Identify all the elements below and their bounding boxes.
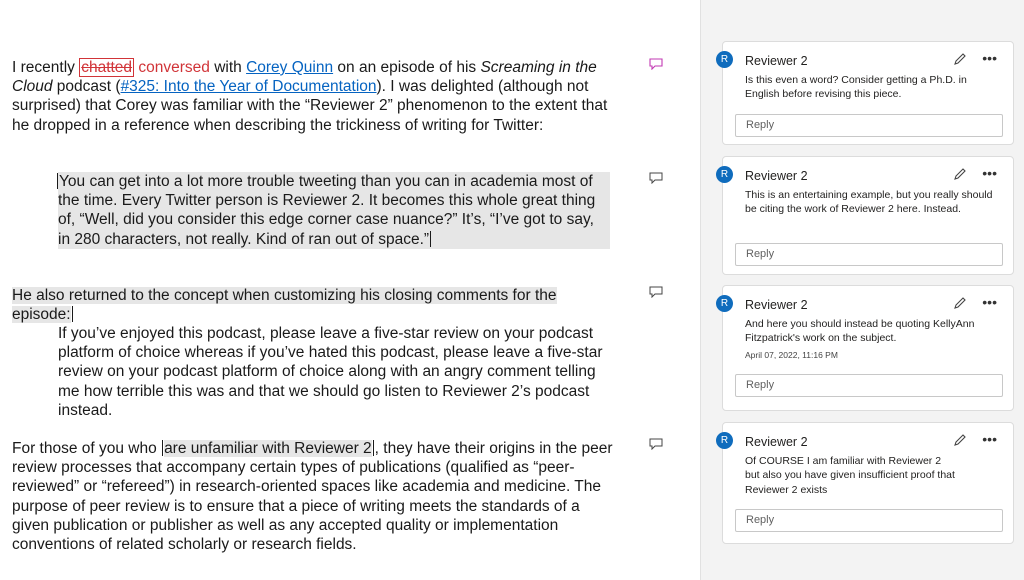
comment-card[interactable]: Reviewer 2 ••• Of COURSE I am familiar w… bbox=[722, 422, 1014, 544]
comment-card[interactable]: Reviewer 2 ••• Is this even a word? Cons… bbox=[722, 41, 1014, 145]
comment-text: And here you should instead be quoting K… bbox=[745, 318, 975, 345]
comment-text: This is an entertaining example, but you… bbox=[745, 189, 993, 216]
highlighted-text: He also returned to the concept when cus… bbox=[12, 287, 557, 324]
speech-bubble-icon[interactable] bbox=[649, 286, 663, 298]
highlighted-text: are unfamiliar with Reviewer 2 bbox=[164, 440, 372, 457]
pencil-icon[interactable] bbox=[953, 167, 967, 181]
block-quote-podcast[interactable]: If you’ve enjoyed this podcast, please l… bbox=[58, 324, 603, 420]
document-canvas[interactable]: I recently chatted conversed with Corey … bbox=[0, 0, 700, 580]
text-cursor bbox=[430, 230, 432, 247]
pencil-icon[interactable] bbox=[953, 52, 967, 66]
text-cursor bbox=[372, 440, 374, 456]
text-cursor bbox=[162, 440, 164, 456]
avatar: R bbox=[716, 51, 733, 68]
quote-text: You can get into a lot more trouble twee… bbox=[58, 173, 596, 248]
pencil-icon[interactable] bbox=[953, 433, 967, 447]
link-corey-quinn[interactable]: Corey Quinn bbox=[246, 59, 333, 76]
speech-bubble-icon[interactable] bbox=[649, 58, 663, 70]
quote-text: If you’ve enjoyed this podcast, please l… bbox=[58, 325, 603, 419]
comment-text: Of COURSE I am familiar with Reviewer 2 … bbox=[745, 455, 955, 496]
text-run: with bbox=[209, 59, 247, 76]
comment-author: Reviewer 2 bbox=[745, 298, 808, 312]
ellipsis-icon[interactable]: ••• bbox=[982, 432, 997, 446]
avatar: R bbox=[716, 295, 733, 312]
paragraph-intro[interactable]: I recently chatted conversed with Corey … bbox=[12, 58, 622, 135]
reply-input[interactable]: Reply bbox=[735, 243, 1003, 266]
pencil-icon[interactable] bbox=[953, 296, 967, 310]
text-run: podcast ( bbox=[52, 78, 121, 96]
reply-input[interactable]: Reply bbox=[735, 509, 1003, 532]
avatar: R bbox=[716, 166, 733, 183]
paragraph-origins[interactable]: For those of you who are unfamiliar with… bbox=[12, 439, 620, 554]
text-run: on an episode of his bbox=[333, 59, 481, 76]
reply-input[interactable]: Reply bbox=[735, 114, 1003, 137]
deleted-text[interactable]: chatted bbox=[79, 58, 135, 77]
ellipsis-icon[interactable]: ••• bbox=[982, 51, 997, 65]
paragraph-closing[interactable]: He also returned to the concept when cus… bbox=[12, 286, 612, 324]
comment-timestamp: April 07, 2022, 11:16 PM bbox=[745, 350, 838, 360]
block-quote-twitter[interactable]: You can get into a lot more trouble twee… bbox=[57, 172, 610, 249]
avatar: R bbox=[716, 432, 733, 449]
link-episode[interactable]: #325: Into the Year of Documentation bbox=[121, 78, 377, 95]
comment-author: Reviewer 2 bbox=[745, 169, 808, 183]
speech-bubble-icon[interactable] bbox=[649, 172, 663, 184]
text-run: I recently bbox=[12, 59, 80, 76]
comment-card[interactable]: Reviewer 2 ••• And here you should inste… bbox=[722, 285, 1014, 411]
inserted-text[interactable]: conversed bbox=[138, 59, 210, 76]
comment-author: Reviewer 2 bbox=[745, 435, 808, 449]
text-cursor bbox=[57, 173, 58, 189]
text-run: For those of you who bbox=[12, 440, 162, 457]
ellipsis-icon[interactable]: ••• bbox=[982, 166, 997, 180]
speech-bubble-icon[interactable] bbox=[649, 438, 663, 450]
reply-input[interactable]: Reply bbox=[735, 374, 1003, 397]
text-cursor bbox=[71, 306, 73, 323]
comment-author: Reviewer 2 bbox=[745, 54, 808, 68]
comment-card[interactable]: Reviewer 2 ••• This is an entertaining e… bbox=[722, 156, 1014, 275]
comment-text: Is this even a word? Consider getting a … bbox=[745, 74, 967, 101]
ellipsis-icon[interactable]: ••• bbox=[982, 295, 997, 309]
